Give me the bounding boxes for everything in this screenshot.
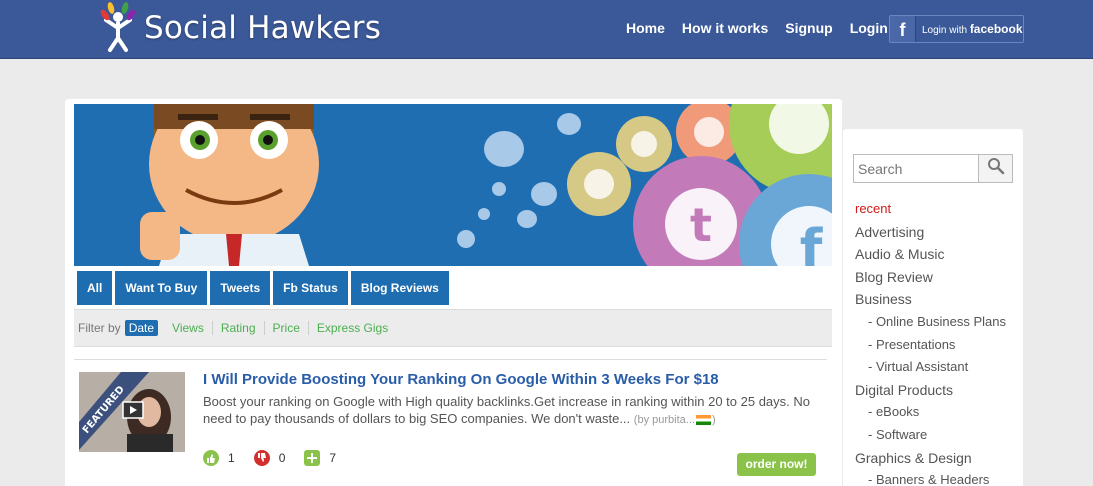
subcategory-software[interactable]: - Software bbox=[855, 424, 1006, 447]
gig-stats: 1 0 7 bbox=[203, 450, 355, 466]
search-input[interactable] bbox=[853, 154, 979, 183]
facebook-login-label: Login with facebook bbox=[922, 22, 1023, 36]
search-box bbox=[853, 154, 1013, 183]
category-audio-music[interactable]: Audio & Music bbox=[855, 243, 1006, 266]
gig-thumbnail[interactable]: FEATURED bbox=[79, 372, 185, 452]
hero-banner: t f bbox=[74, 104, 832, 266]
filter-views[interactable]: Views bbox=[166, 321, 212, 335]
nav-how-it-works[interactable]: How it works bbox=[682, 20, 768, 36]
category-advertising[interactable]: Advertising bbox=[855, 221, 1006, 244]
filter-price[interactable]: Price bbox=[263, 321, 308, 335]
search-button[interactable] bbox=[979, 154, 1013, 183]
svg-text:f: f bbox=[800, 219, 824, 266]
nav-home[interactable]: Home bbox=[626, 20, 665, 36]
nav-login[interactable]: Login bbox=[850, 20, 888, 36]
category-graphics-design[interactable]: Graphics & Design bbox=[855, 447, 1006, 470]
logo[interactable]: Social Hawkers bbox=[96, 2, 381, 54]
tab-want-to-buy[interactable]: Want To Buy bbox=[115, 271, 208, 305]
category-tabs: All Want To Buy Tweets Fb Status Blog Re… bbox=[77, 271, 452, 305]
adds-count: 7 bbox=[329, 451, 337, 465]
sidebar: recent Advertising Audio & Music Blog Re… bbox=[843, 129, 1023, 486]
subcategory-online-business-plans[interactable]: - Online Business Plans bbox=[855, 311, 1006, 334]
tab-fb-status[interactable]: Fb Status bbox=[273, 271, 348, 305]
filter-bar: Filter by Date Views Rating Price Expres… bbox=[74, 309, 832, 347]
filter-express-gigs[interactable]: Express Gigs bbox=[307, 321, 396, 335]
subcategory-presentations[interactable]: - Presentations bbox=[855, 334, 1006, 357]
top-header: Social Hawkers Home How it works Signup … bbox=[0, 0, 1093, 59]
likes-count: 1 bbox=[228, 451, 235, 465]
svg-text:t: t bbox=[690, 198, 712, 252]
category-digital-products[interactable]: Digital Products bbox=[855, 379, 1006, 402]
gig-title-link[interactable]: I Will Provide Boosting Your Ranking On … bbox=[203, 371, 719, 388]
dislikes-count: 0 bbox=[278, 451, 286, 465]
tab-all[interactable]: All bbox=[77, 271, 113, 305]
subcategory-banners-headers[interactable]: - Banners & Headers bbox=[855, 469, 1006, 486]
search-icon bbox=[987, 157, 1005, 180]
subcategory-virtual-assistant[interactable]: - Virtual Assistant bbox=[855, 356, 1006, 379]
category-list: recent Advertising Audio & Music Blog Re… bbox=[855, 198, 1006, 486]
filter-rating[interactable]: Rating bbox=[211, 321, 264, 335]
gig-description-text: Boost your ranking on Google with High q… bbox=[203, 394, 810, 426]
filter-date[interactable]: Date bbox=[124, 320, 159, 336]
order-now-button[interactable]: order now! bbox=[737, 453, 816, 476]
facebook-icon: f bbox=[890, 16, 916, 42]
nav-signup[interactable]: Signup bbox=[785, 20, 832, 36]
gig-author[interactable]: (by purbita...) bbox=[634, 414, 716, 426]
thumbs-up-icon[interactable] bbox=[203, 450, 219, 466]
india-flag-icon bbox=[695, 415, 711, 426]
category-recent[interactable]: recent bbox=[855, 198, 1006, 221]
tab-tweets[interactable]: Tweets bbox=[210, 271, 271, 305]
facebook-login-button[interactable]: f Login with facebook bbox=[889, 15, 1024, 43]
main-nav: Home How it works Signup Login bbox=[626, 20, 905, 36]
gig-description: Boost your ranking on Google with High q… bbox=[203, 393, 813, 429]
logo-person-icon bbox=[96, 2, 140, 54]
subcategory-ebooks[interactable]: - eBooks bbox=[855, 401, 1006, 424]
thumbs-down-icon[interactable] bbox=[253, 450, 270, 466]
category-blog-review[interactable]: Blog Review bbox=[855, 266, 1006, 289]
main-content: t f All Want To Buy Tweets Fb Status Blo… bbox=[65, 99, 842, 486]
divider bbox=[74, 359, 827, 360]
filter-label: Filter by bbox=[78, 321, 121, 335]
add-icon[interactable] bbox=[304, 450, 321, 466]
tab-blog-reviews[interactable]: Blog Reviews bbox=[350, 271, 449, 305]
brand-name: Social Hawkers bbox=[144, 10, 382, 46]
category-business[interactable]: Business bbox=[855, 288, 1006, 311]
